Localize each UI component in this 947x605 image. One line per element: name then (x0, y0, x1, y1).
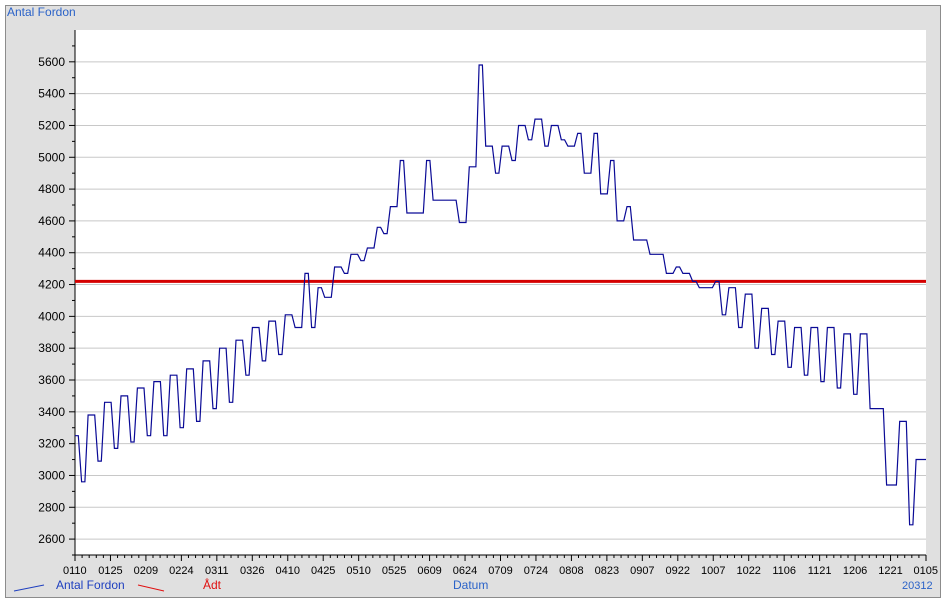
x-tick-label: 0510 (346, 565, 370, 577)
x-tick-label: 1121 (808, 565, 832, 577)
footer-value: 20312 (902, 580, 933, 592)
y-tick-label: 3800 (38, 341, 65, 355)
y-tick-label: 5600 (38, 55, 65, 69)
y-tick-label: 3000 (38, 468, 65, 482)
x-tick-label: 1007 (701, 565, 725, 577)
legend-adt-swatch (137, 584, 165, 592)
x-tick-label: 0209 (134, 565, 158, 577)
x-axis-title: Datum (453, 578, 489, 592)
y-tick-label: 4600 (38, 214, 65, 228)
x-tick-label: 0425 (311, 565, 335, 577)
y-tick-label: 4000 (38, 309, 65, 323)
x-tick-label: 1106 (772, 565, 796, 577)
x-tick-label: 0105 (914, 565, 938, 577)
x-tick-label: 0823 (595, 565, 619, 577)
plot-area (75, 30, 926, 555)
x-tick-label: 0922 (666, 565, 690, 577)
x-tick-label: 0410 (276, 565, 300, 577)
y-tick-label: 5400 (38, 87, 65, 101)
x-tick-label: 0808 (559, 565, 583, 577)
legend-series-swatch (13, 584, 45, 592)
y-tick-label: 5200 (38, 118, 65, 132)
x-tick-label: 1206 (843, 565, 867, 577)
y-axis-ticks: 2600 2800 3000 3200 3400 3600 3800 4000 4200 4400… (38, 45, 75, 556)
x-tick-label: 0125 (98, 565, 122, 577)
x-tick-label: 0907 (630, 565, 654, 577)
y-tick-label: 2800 (38, 500, 65, 514)
legend-series-label: Antal Fordon (56, 578, 125, 592)
x-tick-label: 1022 (736, 565, 760, 577)
y-tick-label: 5000 (38, 150, 65, 164)
x-axis-ticks: 0110 0125 0209 0224 0311 0326 0410 0425 0510 0525… (63, 555, 938, 577)
x-tick-label: 1221 (878, 565, 902, 577)
x-tick-label: 0624 (453, 565, 477, 577)
x-tick-label: 0709 (488, 565, 512, 577)
y-tick-label: 4400 (38, 246, 65, 260)
y-tick-label: 4800 (38, 182, 65, 196)
x-tick-label: 0326 (240, 565, 264, 577)
y-tick-label: 3400 (38, 405, 65, 419)
y-tick-label: 3200 (38, 437, 65, 451)
y-tick-label: 4200 (38, 278, 65, 292)
y-tick-label: 3600 (38, 373, 65, 387)
legend-adt-label: Ådt (203, 578, 222, 592)
x-tick-label: 0311 (205, 565, 229, 577)
x-tick-label: 0224 (169, 565, 193, 577)
x-tick-label: 0609 (417, 565, 441, 577)
x-tick-label: 0110 (63, 565, 87, 577)
x-tick-label: 0724 (524, 565, 548, 577)
chart-svg: 2600 2800 3000 3200 3400 3600 3800 4000 4200 4400… (13, 30, 938, 592)
y-tick-label: 2600 (38, 532, 65, 546)
x-tick-label: 0525 (382, 565, 406, 577)
